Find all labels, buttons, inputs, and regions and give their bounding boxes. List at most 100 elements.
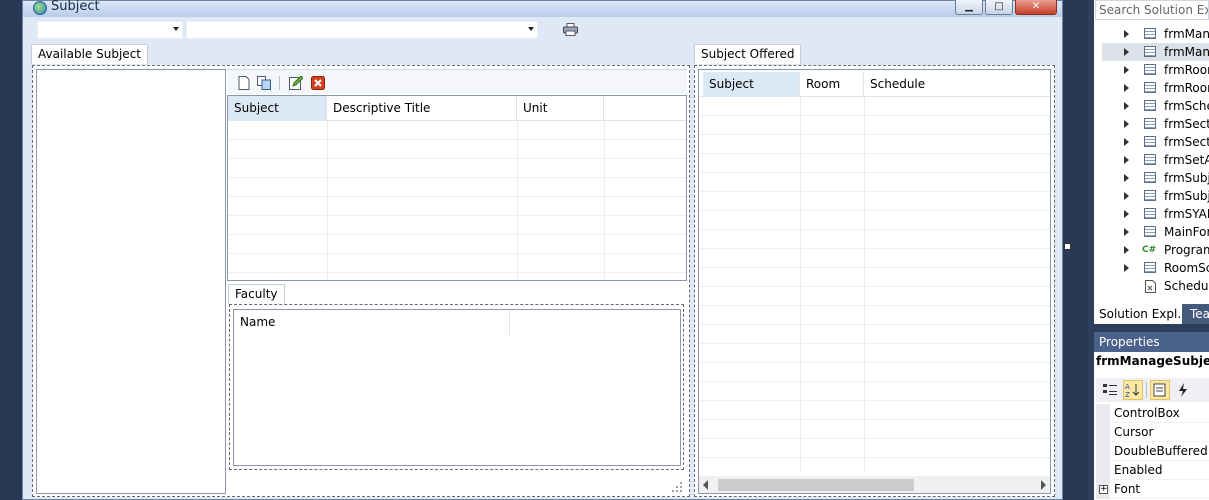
subject-grid[interactable]: Subject Descriptive Title Unit [227,95,687,281]
tree-item[interactable]: frmSubje [1102,169,1209,187]
form-icon [1144,136,1156,147]
column-header-subject[interactable]: Subject [228,96,327,121]
expand-arrow-icon[interactable] [1124,246,1129,254]
properties-button[interactable] [1150,380,1170,400]
property-row[interactable]: ControlBox [1096,404,1209,423]
grid-row-line [699,172,1050,173]
solution-explorer-tabs: Solution Expl... Tea [1094,304,1209,324]
column-header-schedule[interactable]: Schedule [864,72,1050,97]
close-button[interactable]: ✕ [1015,0,1057,15]
tree-item[interactable]: Schedule [1102,277,1209,295]
events-button[interactable] [1173,380,1193,400]
expand-arrow-icon[interactable] [1124,192,1129,200]
form-icon [1144,28,1156,39]
expand-arrow-icon[interactable] [1124,30,1129,38]
scrollbar-thumb[interactable] [718,479,914,491]
title-bar[interactable]: Subject ▁ □ ✕ [23,0,1062,17]
edit-icon[interactable] [289,76,303,90]
grid-row-line [699,419,1050,420]
grid-row-line [699,115,1050,116]
svg-text:Z: Z [1125,391,1130,399]
print-icon[interactable] [563,23,578,36]
grid-row-line [699,248,1050,249]
column-header-name[interactable]: Name [234,310,510,335]
tree-item[interactable]: RoomSc [1102,259,1209,277]
new-icon[interactable] [237,76,251,90]
solution-search-input[interactable]: Search Solution Explo [1095,0,1209,20]
filter-combo-1[interactable] [37,21,183,39]
filter-combo-2[interactable] [186,21,538,39]
property-row[interactable]: Enabled [1096,461,1209,480]
delete-icon[interactable] [311,76,325,90]
expand-arrow-icon[interactable] [1124,84,1129,92]
expand-arrow-icon[interactable] [1124,102,1129,110]
column-header-subject[interactable]: Subject [703,72,800,97]
tab-subject-offered[interactable]: Subject Offered [694,44,802,64]
subject-offered-header: Subject Room Schedule [699,72,1050,97]
expand-arrow-icon[interactable] [1124,156,1129,164]
grid-row-line [228,177,686,178]
tree-item[interactable]: frmSetA [1102,151,1209,169]
expand-arrow-icon[interactable] [1124,48,1129,56]
subject-offered-grid[interactable]: Subject Room Schedule [698,69,1051,494]
form-icon [1144,82,1156,93]
alphabetical-button[interactable]: AZ [1123,380,1143,400]
tree-item[interactable]: frmMana [1102,25,1209,43]
horizontal-scrollbar[interactable] [699,476,1050,493]
grid-row-line [699,324,1050,325]
properties-object-name[interactable]: frmManageSubject [1096,354,1209,368]
minimize-button[interactable]: ▁ [955,0,983,15]
expand-plus-icon[interactable]: + [1099,485,1108,494]
scroll-left-icon[interactable] [703,480,708,490]
available-subject-list[interactable] [36,69,226,494]
form-icon [1144,172,1156,183]
grid-row-line [699,305,1050,306]
grid-row-line [699,153,1050,154]
grid-row-line [228,139,686,140]
expand-arrow-icon[interactable] [1124,66,1129,74]
grid-row-line [228,158,686,159]
grid-row-line [699,229,1050,230]
grid-row-line [228,234,686,235]
expand-arrow-icon[interactable] [1124,174,1129,182]
tab-available-subject[interactable]: Available Subject [31,44,148,64]
categorized-button[interactable] [1100,380,1120,400]
tree-item[interactable]: frmRoor [1102,61,1209,79]
tree-item[interactable]: frmSecti [1102,115,1209,133]
form-icon [1144,100,1156,111]
tree-item[interactable]: C# Program [1102,241,1209,259]
column-header-unit[interactable]: Unit [517,96,604,121]
tree-item[interactable]: frmSche [1102,97,1209,115]
tab-solution-explorer[interactable]: Solution Expl... [1094,304,1182,324]
expand-arrow-icon[interactable] [1124,138,1129,146]
form-icon [1144,262,1156,273]
column-header-room[interactable]: Room [800,72,864,97]
form-icon [1144,226,1156,237]
expand-arrow-icon[interactable] [1124,210,1129,218]
property-row[interactable]: Cursor [1096,423,1209,442]
tree-item[interactable]: MainFor [1102,223,1209,241]
scroll-right-icon[interactable] [1041,480,1046,490]
tab-faculty[interactable]: Faculty [228,284,285,304]
window-title: Subject [51,0,100,14]
expand-arrow-icon[interactable] [1124,228,1129,236]
resize-handle[interactable] [1064,243,1071,250]
size-grip-icon[interactable] [671,481,683,493]
form-window[interactable]: Subject ▁ □ ✕ Available Subject Subject … [22,0,1063,500]
expand-arrow-icon[interactable] [1124,120,1129,128]
tree-item[interactable]: frmSubje [1102,187,1209,205]
property-row[interactable]: DoubleBuffered [1096,442,1209,461]
tree-item[interactable]: frmSecti [1102,133,1209,151]
tree-item[interactable]: frmMana [1102,43,1209,61]
expand-arrow-icon[interactable] [1124,264,1129,272]
faculty-grid[interactable]: Name [233,309,681,466]
tree-item[interactable]: frmSYAE [1102,205,1209,223]
tab-team-explorer[interactable]: Tea [1184,304,1209,324]
grid-row-line [699,191,1050,192]
copy-icon[interactable] [257,76,271,90]
property-row[interactable]: + Font [1096,480,1209,499]
tree-item[interactable]: frmRoor [1102,79,1209,97]
properties-toolbar: AZ [1096,378,1209,402]
column-header-descriptive-title[interactable]: Descriptive Title [327,96,517,121]
maximize-button[interactable]: □ [985,0,1013,15]
